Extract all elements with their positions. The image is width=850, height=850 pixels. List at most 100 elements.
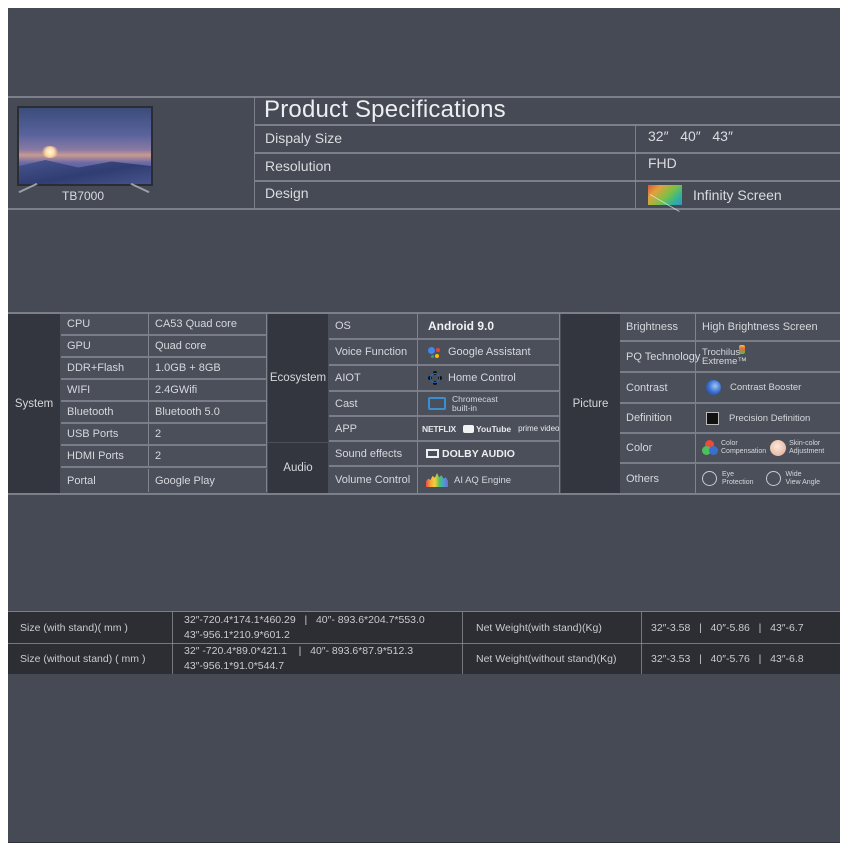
group-picture: Picture bbox=[561, 314, 620, 493]
contrast-booster-text: Contrast Booster bbox=[730, 382, 802, 393]
color-compensation-icon bbox=[702, 440, 718, 456]
system-value: CA53 Quad core bbox=[149, 314, 267, 336]
dimension-line2: 43″-956.1*210.9*601.2 bbox=[184, 628, 290, 641]
system-value: Google Play bbox=[149, 469, 267, 492]
ai-aq-engine-text: AI AQ Engine bbox=[454, 474, 512, 486]
label-others: Others bbox=[620, 464, 696, 493]
divider bbox=[255, 124, 840, 126]
weight-values-text: 32″-3.53 | 40″-5.76 | 43″-6.8 bbox=[651, 652, 804, 665]
value-brightness: High Brightness Screen bbox=[696, 314, 840, 342]
weight-values-text: 32″-3.58 | 40″-5.86 | 43″-6.7 bbox=[651, 621, 804, 634]
value-definition: Precision Definition bbox=[696, 404, 840, 434]
spec-label-design: Design bbox=[265, 185, 309, 201]
wide-view-angle-line2: View Angle bbox=[785, 478, 821, 486]
eye-protection-line2: Protection bbox=[722, 478, 754, 486]
infinity-screen-icon bbox=[648, 185, 682, 205]
system-label: DDR+Flash bbox=[61, 358, 149, 380]
google-assistant-icon bbox=[428, 345, 442, 359]
group-ecosystem: Ecosystem bbox=[268, 314, 328, 442]
weight-values: 32″-3.53 | 40″-5.76 | 43″-6.8 bbox=[651, 643, 840, 674]
weight-label-text: Net Weight(with stand)(Kg) bbox=[476, 621, 602, 634]
dimension-values: 32″-720.4*174.1*460.29 | 40″- 893.6*204.… bbox=[184, 612, 460, 643]
divider bbox=[641, 612, 642, 674]
contrast-booster-icon bbox=[706, 380, 721, 395]
spec-value-resolution: FHD bbox=[648, 155, 677, 171]
system-value: Quad core bbox=[149, 336, 267, 358]
model-name: TB7000 bbox=[61, 189, 105, 203]
value-pq-technology: Trochilus Extreme™ bbox=[696, 342, 840, 373]
value-contrast: Contrast Booster bbox=[696, 373, 840, 404]
color-compensation-text: Color Compensation bbox=[721, 440, 766, 456]
dimension-label-text: Size (without stand) ( mm ) bbox=[20, 652, 146, 665]
value-os: Android 9.0 bbox=[418, 314, 560, 340]
divider bbox=[8, 493, 840, 495]
weight-label-text: Net Weight(without stand)(Kg) bbox=[476, 652, 617, 665]
chromecast-icon bbox=[428, 397, 446, 410]
youtube-play-icon bbox=[463, 424, 475, 433]
tv-image bbox=[17, 106, 153, 186]
value-cast: Chromecast built-in bbox=[418, 392, 560, 417]
trochilus-line2: Extreme™ bbox=[702, 355, 747, 367]
label-sound-effects: Sound effects bbox=[329, 442, 418, 467]
weight-values: 32″-3.58 | 40″-5.86 | 43″-6.7 bbox=[651, 612, 840, 643]
wide-view-angle-text: Wide View Angle bbox=[786, 471, 821, 487]
dolby-text: DOLBY AUDIO bbox=[442, 447, 515, 460]
value-others: Eye Protection Wide View Angle bbox=[696, 464, 840, 493]
weight-label: Net Weight(with stand)(Kg) bbox=[476, 612, 641, 643]
spec-value-display-size: 32″ 40″ 43″ bbox=[648, 128, 733, 144]
prime-video-logo: prime video bbox=[518, 424, 560, 433]
value-app: NETFLIX YouTube prime video bbox=[418, 417, 560, 442]
page-title: Product Specifications bbox=[264, 96, 506, 123]
value-voice-function: Google Assistant bbox=[418, 340, 560, 366]
divider bbox=[255, 152, 840, 154]
equalizer-icon bbox=[426, 473, 448, 487]
skin-color-text: Skin-color Adjustment bbox=[789, 440, 824, 456]
weight-label: Net Weight(without stand)(Kg) bbox=[476, 643, 641, 674]
label-cast: Cast bbox=[329, 392, 418, 417]
eye-protection-line1: Eye bbox=[722, 470, 735, 478]
trochilus-icon bbox=[738, 345, 745, 354]
chromecast-line2: built-in bbox=[452, 402, 478, 413]
label-app: APP bbox=[329, 417, 418, 442]
system-value: 2.4GWifi bbox=[149, 380, 267, 402]
system-value: 1.0GB + 8GB bbox=[149, 358, 267, 380]
skin-color-line2: Adjustment bbox=[789, 448, 825, 455]
system-value: 2 bbox=[149, 446, 267, 468]
chromecast-text: Chromecast built-in bbox=[452, 394, 498, 413]
divider bbox=[635, 125, 636, 208]
spec-label-display-size: Dispaly Size bbox=[265, 130, 343, 146]
system-value: 2 bbox=[149, 424, 267, 446]
value-volume-control: AI AQ Engine bbox=[418, 467, 560, 493]
precision-definition-icon bbox=[706, 411, 719, 425]
dimension-line2: 43″-956.1*91.0*544.7 bbox=[184, 659, 285, 672]
dimension-label: Size (with stand)( mm ) bbox=[20, 612, 170, 643]
label-voice-function: Voice Function bbox=[329, 340, 418, 366]
dimension-label: Size (without stand) ( mm ) bbox=[20, 643, 170, 674]
divider bbox=[172, 612, 173, 674]
label-definition: Definition bbox=[620, 404, 696, 434]
label-os: OS bbox=[329, 314, 418, 340]
google-assistant-text: Google Assistant bbox=[448, 346, 531, 358]
label-color: Color bbox=[620, 434, 696, 464]
label-brightness: Brightness bbox=[620, 314, 696, 342]
system-label: WIFI bbox=[61, 380, 149, 402]
product-image-block: TB7000 bbox=[8, 97, 158, 207]
divider bbox=[462, 612, 463, 674]
dimension-values: 32″ -720.4*89.0*421.1 | 40″- 893.6*87.9*… bbox=[184, 643, 460, 674]
value-aiot: Home Control bbox=[418, 366, 560, 392]
group-system: System bbox=[8, 314, 60, 493]
system-label: CPU bbox=[61, 314, 149, 336]
label-aiot: AIOT bbox=[329, 366, 418, 392]
value-sound-effects: DOLBY AUDIO bbox=[418, 442, 560, 467]
group-audio: Audio bbox=[268, 443, 328, 493]
color-compensation-line1: Color bbox=[721, 440, 738, 447]
skin-color-icon bbox=[770, 440, 787, 456]
home-control-text: Home Control bbox=[448, 372, 516, 384]
divider bbox=[8, 208, 840, 210]
label-volume-control: Volume Control bbox=[329, 467, 418, 493]
color-compensation-line2: Compensation bbox=[721, 448, 767, 455]
wide-view-angle-icon bbox=[765, 471, 781, 486]
dimension-line1: 32″ -720.4*89.0*421.1 | 40″- 893.6*87.9*… bbox=[184, 644, 414, 657]
system-label: Portal bbox=[61, 469, 149, 492]
label-contrast: Contrast bbox=[620, 373, 696, 404]
